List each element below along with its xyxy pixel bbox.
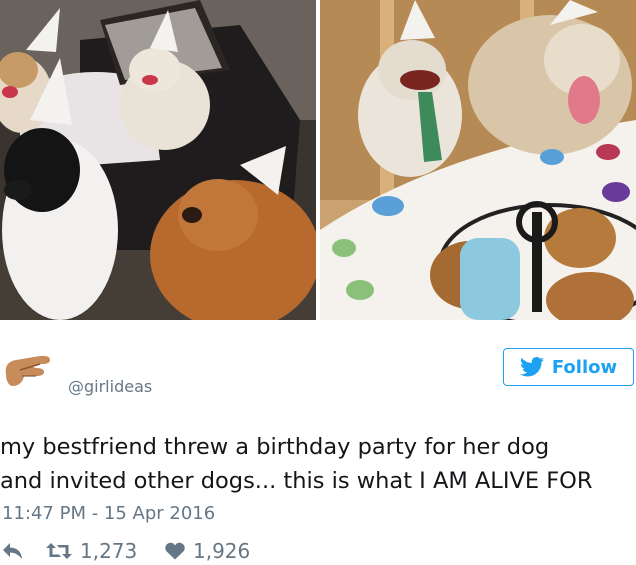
tweet-timestamp[interactable]: 11:47 PM - 15 Apr 2016 — [2, 503, 215, 524]
like-count: 1,926 — [193, 539, 251, 563]
tweet-photos — [0, 0, 636, 320]
avatar[interactable] — [0, 352, 56, 394]
tweet-text-line-1: my bestfriend threw a birthday party for… — [0, 434, 550, 460]
tweet-text: my bestfriend threw a birthday party for… — [0, 430, 636, 498]
retweet-icon — [46, 543, 72, 559]
tweet-actions: 1,273 1,926 — [0, 539, 636, 565]
photo-dogs-birthday-cupcakes[interactable] — [320, 0, 636, 320]
tweet-text-line-2: and invited other dogs... this is what I… — [0, 468, 593, 494]
heart-icon — [165, 542, 185, 560]
photo-dogs-party-hats[interactable] — [0, 0, 316, 320]
follow-label: Follow — [551, 356, 618, 378]
pinching-hand-icon — [5, 355, 50, 386]
user-handle[interactable]: @girlideas — [68, 377, 152, 396]
like-button[interactable]: 1,926 — [165, 539, 250, 563]
follow-button[interactable]: Follow — [503, 348, 634, 386]
reply-icon — [3, 543, 22, 559]
twitter-bird-icon — [519, 357, 544, 377]
retweet-count: 1,273 — [80, 539, 138, 563]
retweet-button[interactable]: 1,273 — [46, 539, 137, 563]
reply-button[interactable] — [2, 542, 24, 560]
